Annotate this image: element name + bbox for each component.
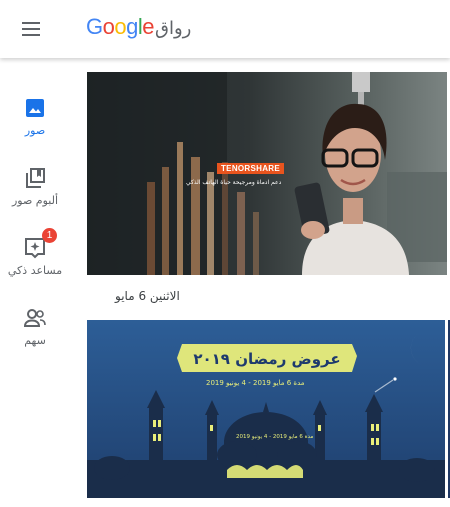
nav-item-sharing[interactable]: سهم [0, 306, 70, 347]
nav-item-photos[interactable]: صور [0, 96, 70, 137]
nav-item-label: مساعد ذكي [7, 264, 63, 277]
notification-badge: 1 [42, 228, 57, 243]
promo-headline: عروض رمضان ٢٠١٩ [193, 350, 341, 368]
nav-item-label: سهم [24, 334, 46, 347]
top-app-bar: Google رواق [0, 0, 450, 58]
nav-item-albums[interactable]: ألبوم صور [0, 166, 70, 207]
nav-item-assistant[interactable]: 1 مساعد ذكي [0, 228, 70, 277]
product-name: رواق [155, 18, 192, 39]
side-navigation: صور ألبوم صور 1 مساعد ذكي سهم [0, 58, 70, 507]
photo-icon [23, 96, 47, 120]
nav-item-label: صور [24, 124, 46, 137]
promo-subline: مدة 6 مايو 2019 - 4 يونيو 2019 [206, 379, 305, 387]
tenorshare-logo: TENORSHARE [217, 163, 285, 174]
promo-small-text: مدة 6 مايو 2019 - 4 يونيو 2019 [236, 434, 314, 440]
tenorshare-tagline: دعم ادماة ومرجيحة حياة الهاتف الذكي [186, 179, 282, 186]
menu-icon[interactable] [22, 20, 44, 38]
photo-thumbnail[interactable]: عروض رمضان ٢٠١٩ مدة 6 مايو 2019 - 4 يوني… [87, 320, 445, 498]
nav-item-label: ألبوم صور [11, 194, 59, 207]
google-logo[interactable]: Google [86, 14, 155, 40]
date-group-label: الاثنين 6 مايو [115, 289, 180, 303]
photo-thumbnail[interactable]: TENORSHARE دعم ادماة ومرجيحة حياة الهاتف… [87, 72, 447, 275]
sharing-icon [23, 306, 47, 330]
assistant-icon: 1 [23, 228, 57, 260]
album-icon [23, 166, 47, 190]
